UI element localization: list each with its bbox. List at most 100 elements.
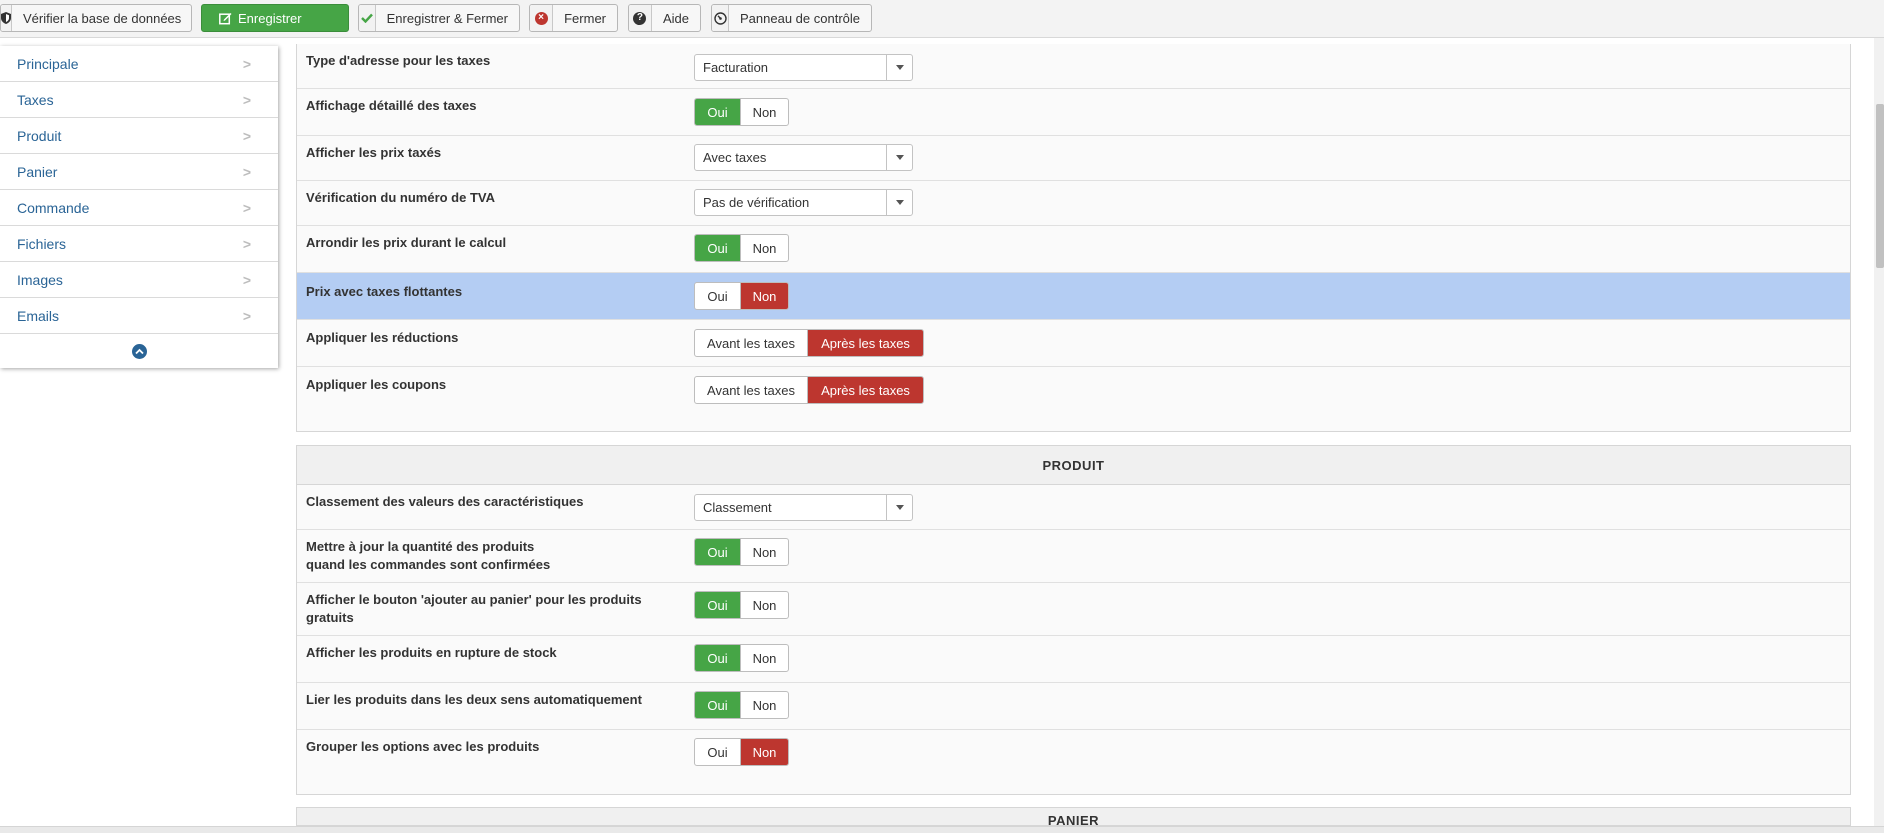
edit-icon	[202, 5, 232, 31]
show-taxed-prices-label: Afficher les prix taxés	[306, 145, 442, 160]
close-label: Fermer	[564, 10, 606, 26]
apply-discounts-label: Appliquer les réductions	[306, 330, 459, 345]
tax-address-type-row: Type d'adresse pour les taxes Facturatio…	[297, 44, 1850, 89]
save-close-label: Enregistrer & Fermer	[386, 10, 508, 26]
sidebar-item-produit[interactable]: Produit >	[0, 118, 278, 154]
apply-discounts-toggle: Avant les taxes Après les taxes	[694, 329, 924, 357]
save-label: Enregistrer	[238, 10, 302, 26]
out-of-stock-no[interactable]: Non	[741, 645, 788, 671]
link-products-no[interactable]: Non	[741, 692, 788, 718]
check-icon	[359, 5, 376, 31]
detailed-tax-display-row: Affichage détaillé des taxes Oui Non	[297, 89, 1850, 136]
tax-address-type-value: Facturation	[703, 60, 769, 75]
help-label: Aide	[662, 10, 689, 26]
update-quantity-yes[interactable]: Oui	[695, 539, 741, 565]
apply-coupons-after[interactable]: Après les taxes	[808, 377, 923, 403]
close-button[interactable]: × Fermer	[529, 4, 618, 32]
panier-panel-title: PANIER	[297, 808, 1850, 825]
free-add-to-cart-yes[interactable]: Oui	[695, 592, 741, 618]
sidebar-item-label: Principale	[17, 55, 79, 72]
vat-number-check-value: Pas de vérification	[703, 195, 810, 210]
update-quantity-label-line2: quand les commandes sont confirmées	[306, 557, 551, 572]
update-quantity-label-line1: Mettre à jour la quantité des produits	[306, 539, 535, 554]
verify-database-button[interactable]: Vérifier la base de données	[0, 4, 192, 32]
help-button[interactable]: ? Aide	[628, 4, 701, 32]
save-button[interactable]: Enregistrer	[201, 4, 349, 32]
chevron-right-icon: >	[242, 235, 251, 252]
save-close-button[interactable]: Enregistrer & Fermer	[358, 4, 520, 32]
apply-coupons-before[interactable]: Avant les taxes	[695, 377, 808, 403]
chevron-right-icon: >	[242, 271, 251, 288]
round-prices-row: Arrondir les prix durant le calcul Oui N…	[297, 226, 1850, 273]
produit-panel: PRODUIT Classement des valeurs des carac…	[296, 445, 1851, 795]
update-quantity-no[interactable]: Non	[741, 539, 788, 565]
free-add-to-cart-row: Afficher le bouton 'ajouter au panier' p…	[297, 583, 1850, 636]
round-prices-label: Arrondir les prix durant le calcul	[306, 235, 507, 250]
feature-values-order-select[interactable]: Classement	[694, 494, 913, 521]
tax-address-type-select[interactable]: Facturation	[694, 54, 913, 81]
sidebar-item-commande[interactable]: Commande >	[0, 190, 278, 226]
sidebar-item-panier[interactable]: Panier >	[0, 154, 278, 190]
chevron-right-icon: >	[242, 127, 251, 144]
control-panel-button[interactable]: Panneau de contrôle	[711, 4, 872, 32]
chevron-right-icon: >	[242, 55, 251, 72]
taxes-panel: Type d'adresse pour les taxes Facturatio…	[296, 44, 1851, 432]
sidebar-collapse[interactable]	[0, 334, 278, 368]
group-options-yes[interactable]: Oui	[695, 739, 741, 765]
round-prices-no[interactable]: Non	[741, 235, 788, 261]
vat-number-check-select[interactable]: Pas de vérification	[694, 189, 913, 216]
detailed-tax-display-yes[interactable]: Oui	[695, 99, 741, 125]
feature-values-order-row: Classement des valeurs des caractéristiq…	[297, 485, 1850, 530]
verify-database-label: Vérifier la base de données	[23, 10, 182, 26]
apply-coupons-label: Appliquer les coupons	[306, 377, 447, 392]
sidebar-item-taxes[interactable]: Taxes >	[0, 82, 278, 118]
floating-tax-prices-row: Prix avec taxes flottantes Oui Non	[297, 273, 1850, 320]
chevron-right-icon: >	[242, 91, 251, 108]
show-taxed-prices-row: Afficher les prix taxés Avec taxes	[297, 136, 1850, 181]
detailed-tax-display-no[interactable]: Non	[741, 99, 788, 125]
dashboard-icon	[712, 5, 730, 31]
sidebar-item-label: Images	[17, 271, 63, 288]
sidebar-item-principale[interactable]: Principale >	[0, 46, 278, 82]
link-products-yes[interactable]: Oui	[695, 692, 741, 718]
show-taxed-prices-select[interactable]: Avec taxes	[694, 144, 913, 171]
show-taxed-prices-value: Avec taxes	[703, 150, 767, 165]
link-products-toggle: Oui Non	[694, 691, 789, 719]
group-options-no[interactable]: Non	[741, 739, 788, 765]
detailed-tax-display-label: Affichage détaillé des taxes	[306, 98, 477, 113]
free-add-to-cart-label: Afficher le bouton 'ajouter au panier' p…	[306, 591, 656, 627]
floating-tax-prices-no[interactable]: Non	[741, 283, 788, 309]
chevron-up-circle-icon[interactable]	[131, 343, 147, 359]
sidebar-item-label: Emails	[17, 307, 60, 324]
chevron-right-icon: >	[242, 307, 251, 324]
out-of-stock-yes[interactable]: Oui	[695, 645, 741, 671]
sidebar-item-fichiers[interactable]: Fichiers >	[0, 226, 278, 262]
round-prices-yes[interactable]: Oui	[695, 235, 741, 261]
link-products-label: Lier les produits dans les deux sens aut…	[306, 692, 642, 707]
page-scrollbar-thumb[interactable]	[1876, 104, 1884, 268]
apply-coupons-row: Appliquer les coupons Avant les taxes Ap…	[297, 367, 1850, 432]
group-options-toggle: Oui Non	[694, 738, 789, 766]
group-options-row: Grouper les options avec les produits Ou…	[297, 730, 1850, 794]
close-circle-icon: ×	[530, 5, 554, 31]
floating-tax-prices-yes[interactable]: Oui	[695, 283, 741, 309]
apply-discounts-after[interactable]: Après les taxes	[808, 330, 923, 356]
sidebar-item-label: Fichiers	[17, 235, 67, 252]
detailed-tax-display-toggle: Oui Non	[694, 98, 789, 126]
sidebar-item-label: Produit	[17, 127, 62, 144]
out-of-stock-toggle: Oui Non	[694, 644, 789, 672]
sidebar-item-label: Taxes	[17, 91, 54, 108]
sidebar-item-emails[interactable]: Emails >	[0, 298, 278, 334]
round-prices-toggle: Oui Non	[694, 234, 789, 262]
free-add-to-cart-no[interactable]: Non	[741, 592, 788, 618]
tax-address-type-label: Type d'adresse pour les taxes	[306, 53, 491, 68]
caret-down-icon	[886, 55, 912, 80]
apply-discounts-before[interactable]: Avant les taxes	[695, 330, 808, 356]
chevron-right-icon: >	[242, 163, 251, 180]
sidebar: Principale > Taxes > Produit > Panier > Comm…	[0, 46, 278, 368]
vat-number-check-label: Vérification du numéro de TVA	[306, 190, 496, 205]
feature-values-order-value: Classement	[703, 500, 772, 515]
sidebar-item-label: Commande	[17, 199, 90, 216]
sidebar-item-images[interactable]: Images >	[0, 262, 278, 298]
vat-number-check-row: Vérification du numéro de TVA Pas de vér…	[297, 181, 1850, 226]
